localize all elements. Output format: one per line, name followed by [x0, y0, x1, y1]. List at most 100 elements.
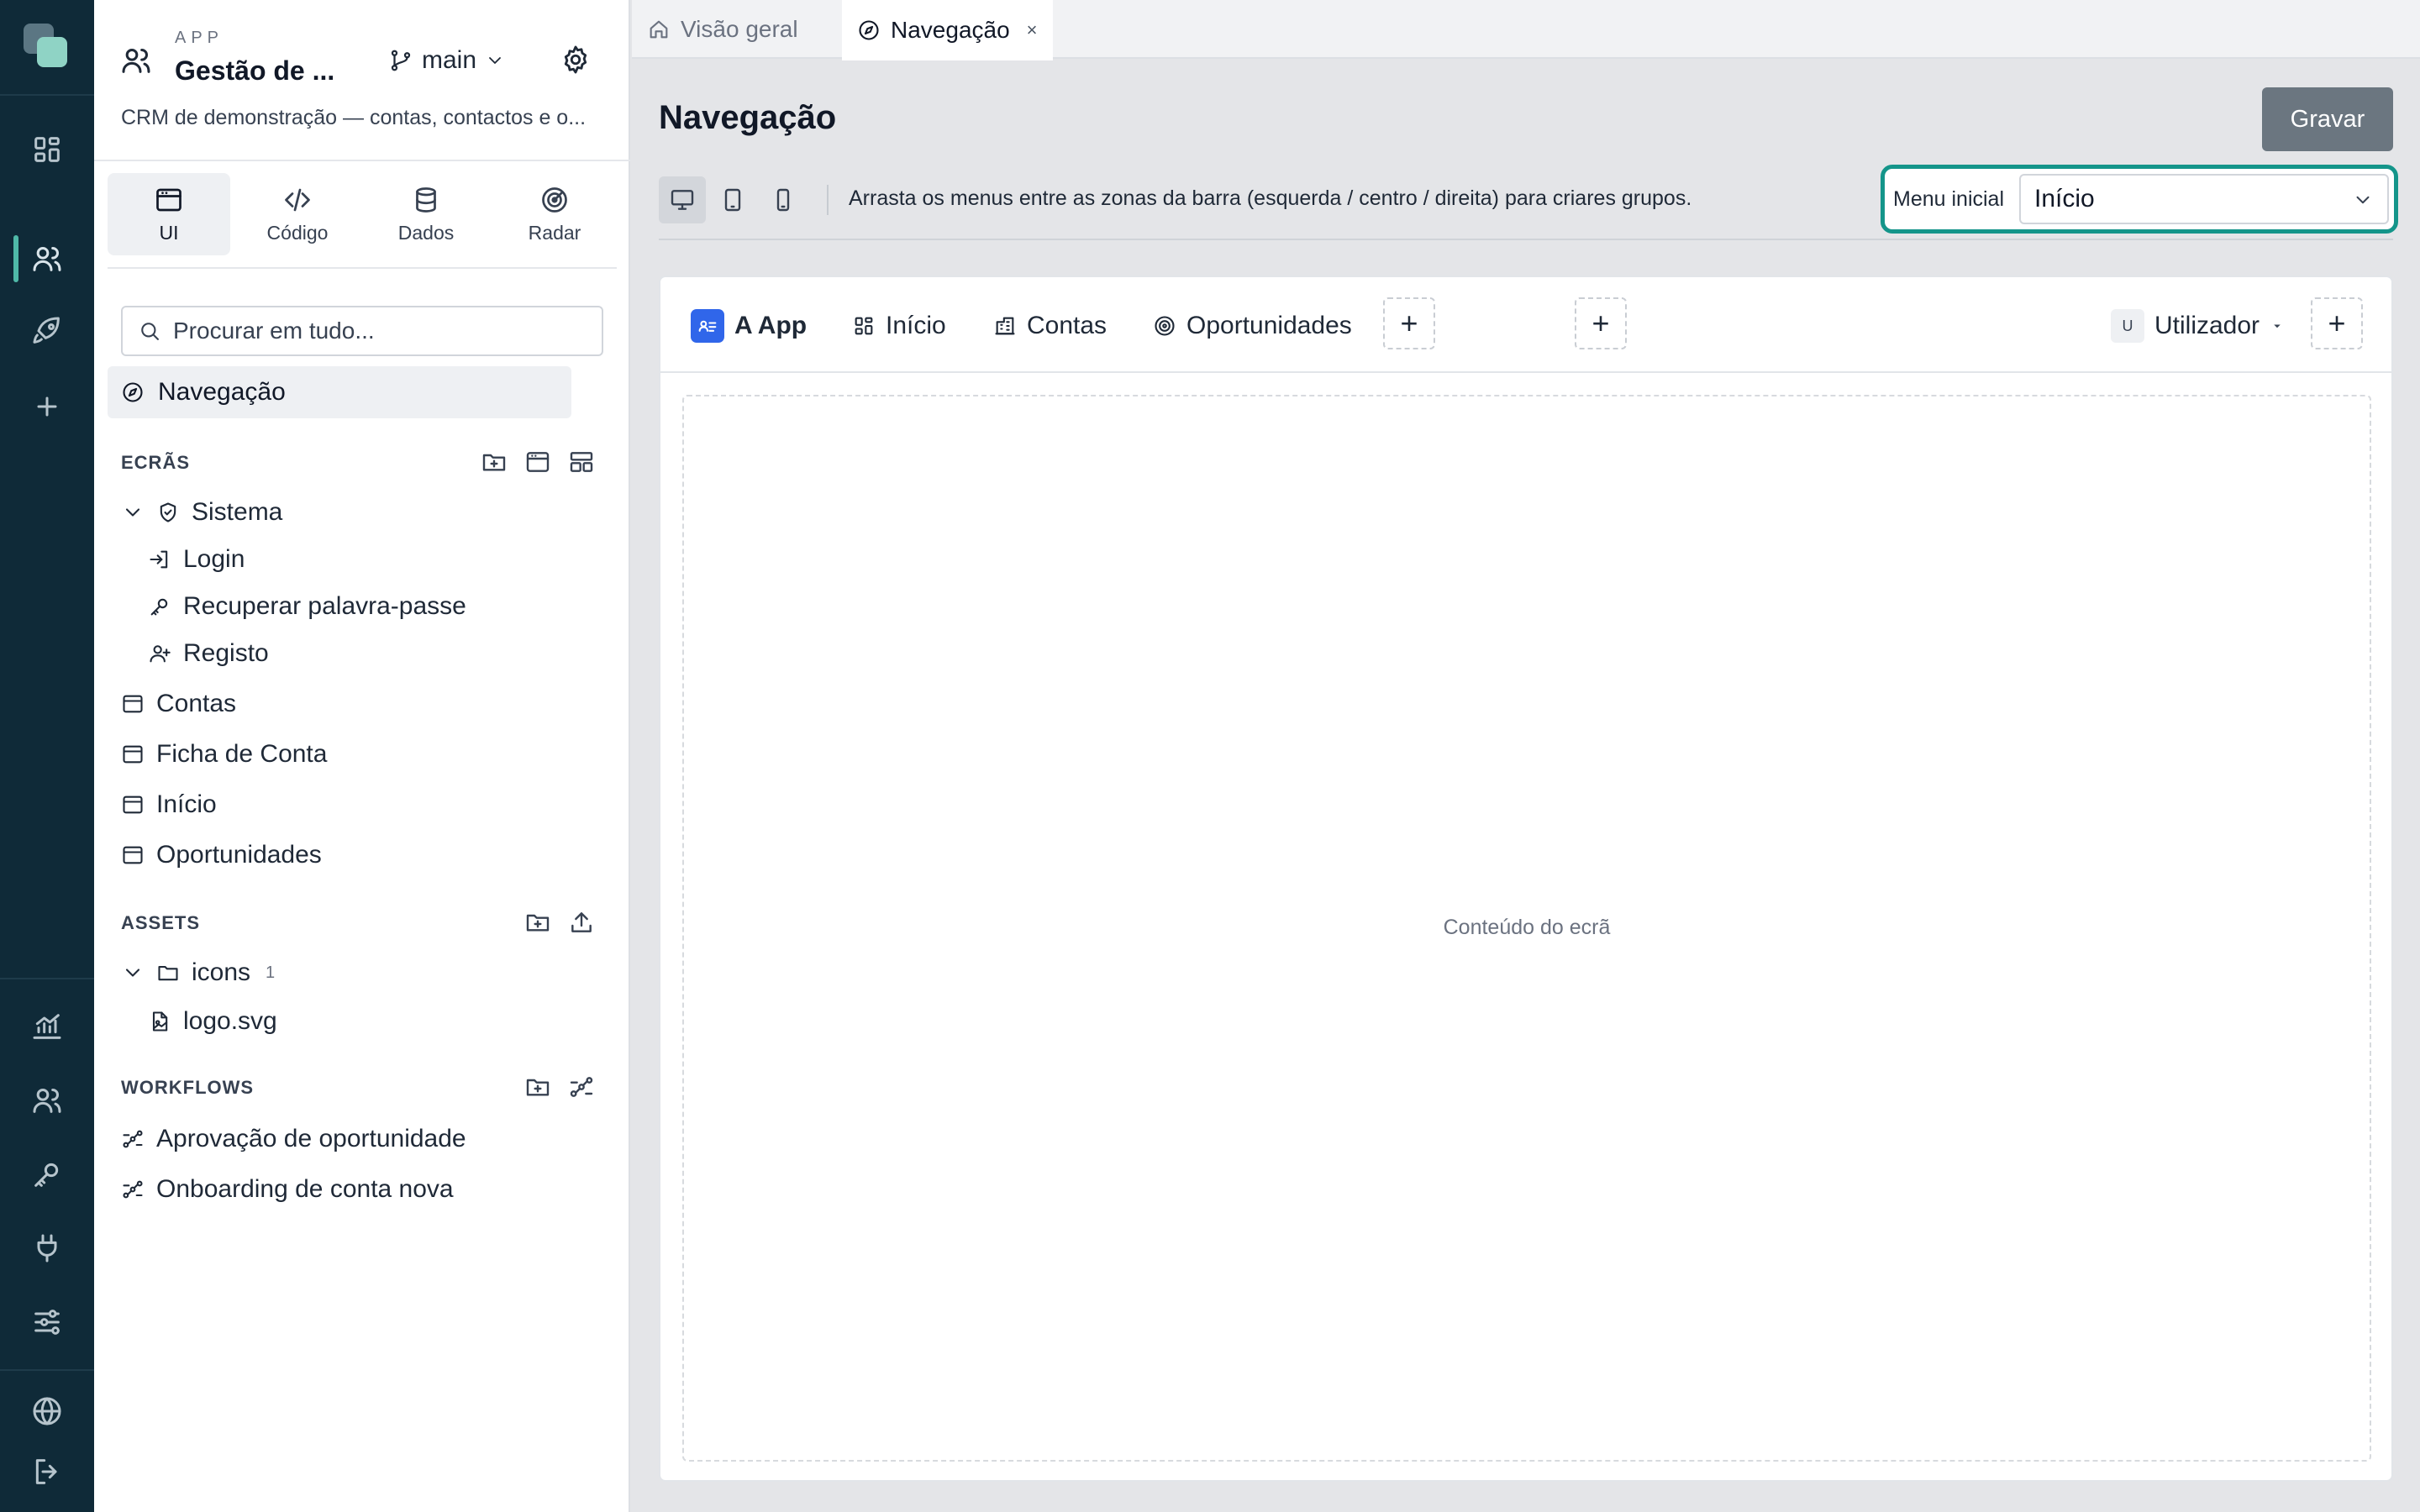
- dashboard-icon[interactable]: [30, 133, 64, 166]
- home-icon: [647, 18, 671, 41]
- menu-user[interactable]: U Utilizador: [2111, 309, 2285, 343]
- plug-icon[interactable]: [30, 1231, 64, 1265]
- menu-item-inicio[interactable]: Início: [852, 309, 946, 343]
- caret-down-icon: [2270, 318, 2285, 333]
- team-icon[interactable]: [30, 1084, 64, 1117]
- rocket-icon[interactable]: [30, 314, 64, 348]
- users-icon: [119, 44, 153, 77]
- screen-label: Ficha de Conta: [156, 740, 328, 768]
- menu-item-label: Início: [886, 312, 946, 339]
- navigation-item[interactable]: Navegação: [108, 366, 571, 418]
- workflow-icon[interactable]: [568, 1074, 595, 1100]
- mode-switcher: UI Código Dados Radar: [108, 173, 617, 269]
- tab-overview[interactable]: Visão geral: [632, 0, 813, 59]
- user-plus-icon: [148, 642, 171, 665]
- screen-row-register[interactable]: Registo: [148, 632, 269, 675]
- chevron-down-icon: [485, 50, 505, 71]
- workflow-icon: [121, 1178, 145, 1201]
- login-icon: [148, 548, 171, 571]
- branch-selector[interactable]: main: [388, 44, 505, 77]
- tablet-icon[interactable]: [709, 176, 756, 223]
- asset-row-logo[interactable]: logo.svg: [148, 1000, 277, 1043]
- plus-icon[interactable]: [30, 390, 64, 423]
- brand-label: A App: [734, 312, 808, 339]
- workflow-label: Onboarding de conta nova: [156, 1175, 454, 1203]
- compass-icon: [857, 18, 881, 42]
- workflow-row-onboarding[interactable]: Onboarding de conta nova: [121, 1168, 454, 1211]
- screen-row-oportunidades[interactable]: Oportunidades: [121, 833, 322, 877]
- layout-icon[interactable]: [568, 449, 595, 475]
- search-box: [121, 306, 603, 356]
- folder-row-sistema[interactable]: Sistema: [121, 491, 282, 534]
- screen-label: Início: [156, 790, 217, 818]
- app-header: APP Gestão de ... main CRM de demonstraç…: [94, 0, 630, 161]
- close-icon[interactable]: ×: [1027, 19, 1038, 41]
- workflows-section-title: WORKFLOWS: [121, 1077, 255, 1098]
- page-title: Navegação: [659, 99, 837, 136]
- mode-radar[interactable]: Radar: [493, 173, 616, 255]
- rail-divider: [0, 1369, 94, 1371]
- window-icon: [121, 793, 145, 816]
- assets-section-title: ASSETS: [121, 912, 201, 933]
- add-menu-center-button[interactable]: +: [1575, 297, 1627, 349]
- new-folder-icon[interactable]: [481, 449, 508, 475]
- asset-label: logo.svg: [183, 1007, 277, 1035]
- save-button[interactable]: Gravar: [2262, 87, 2393, 151]
- upload-icon[interactable]: [568, 909, 595, 936]
- folder-label: icons: [192, 958, 251, 986]
- mode-label: Dados: [397, 221, 455, 244]
- new-folder-icon[interactable]: [524, 909, 551, 936]
- logout-icon[interactable]: [30, 1455, 64, 1488]
- building-icon: [993, 314, 1017, 338]
- mode-data[interactable]: Dados: [365, 173, 487, 255]
- users-icon[interactable]: [30, 242, 64, 276]
- add-menu-right-button[interactable]: +: [2311, 297, 2363, 349]
- key-icon[interactable]: [30, 1158, 64, 1191]
- app-name[interactable]: Gestão de ...: [175, 55, 334, 87]
- screens-actions: [481, 449, 595, 475]
- globe-icon[interactable]: [30, 1394, 64, 1428]
- mode-ui[interactable]: UI: [108, 173, 230, 255]
- start-menu-field: Menu inicial Início: [1881, 165, 2398, 234]
- workflow-row-approval[interactable]: Aprovação de oportunidade: [121, 1117, 466, 1161]
- mode-code[interactable]: Código: [236, 173, 359, 255]
- gear-icon[interactable]: [560, 44, 592, 76]
- menu-brand[interactable]: A App: [691, 309, 807, 343]
- search-input[interactable]: [173, 318, 576, 344]
- product-logo[interactable]: [24, 24, 71, 71]
- screen-row-recover-password[interactable]: Recuperar palavra-passe: [148, 585, 466, 628]
- add-menu-left-button[interactable]: +: [1383, 297, 1435, 349]
- screen-row-ficha-de-conta[interactable]: Ficha de Conta: [121, 732, 327, 776]
- toolbar-divider: [659, 239, 2393, 240]
- new-folder-icon[interactable]: [524, 1074, 551, 1100]
- mode-label: UI: [159, 221, 179, 244]
- git-branch-icon: [388, 48, 413, 73]
- folder-row-icons[interactable]: icons 1: [121, 951, 275, 995]
- avatar: U: [2111, 309, 2144, 343]
- app-description: CRM de demonstração — contas, contactos …: [121, 106, 587, 129]
- editor-tabs: Visão geral Navegação ×: [632, 0, 2420, 60]
- explorer-panel: APP Gestão de ... main CRM de demonstraç…: [94, 0, 630, 1512]
- sliders-icon[interactable]: [30, 1305, 64, 1339]
- toolbar-divider: [827, 185, 829, 215]
- chart-icon[interactable]: [30, 1010, 64, 1043]
- database-icon: [411, 185, 441, 215]
- screen-row-inicio[interactable]: Início: [121, 783, 217, 827]
- activity-rail: [0, 0, 94, 1512]
- menu-item-oportunidades[interactable]: Oportunidades: [1153, 309, 1352, 343]
- dashboard-icon: [852, 314, 876, 338]
- screen-content-zone: Conteúdo do ecrã: [682, 395, 2371, 1462]
- menu-item-label: Contas: [1027, 312, 1107, 339]
- phone-icon[interactable]: [760, 176, 807, 223]
- screen-row-contas[interactable]: Contas: [121, 682, 236, 726]
- window-icon: [121, 843, 145, 867]
- tab-navigation[interactable]: Navegação ×: [842, 0, 1053, 60]
- navigation-label: Navegação: [158, 378, 286, 406]
- menu-item-contas[interactable]: Contas: [993, 309, 1107, 343]
- start-menu-select[interactable]: Início: [2019, 174, 2389, 224]
- workflows-actions: [524, 1074, 595, 1100]
- screen-row-login[interactable]: Login: [148, 538, 245, 581]
- new-screen-icon[interactable]: [524, 449, 551, 475]
- desktop-icon[interactable]: [659, 176, 706, 223]
- start-menu-value: Início: [2034, 185, 2095, 213]
